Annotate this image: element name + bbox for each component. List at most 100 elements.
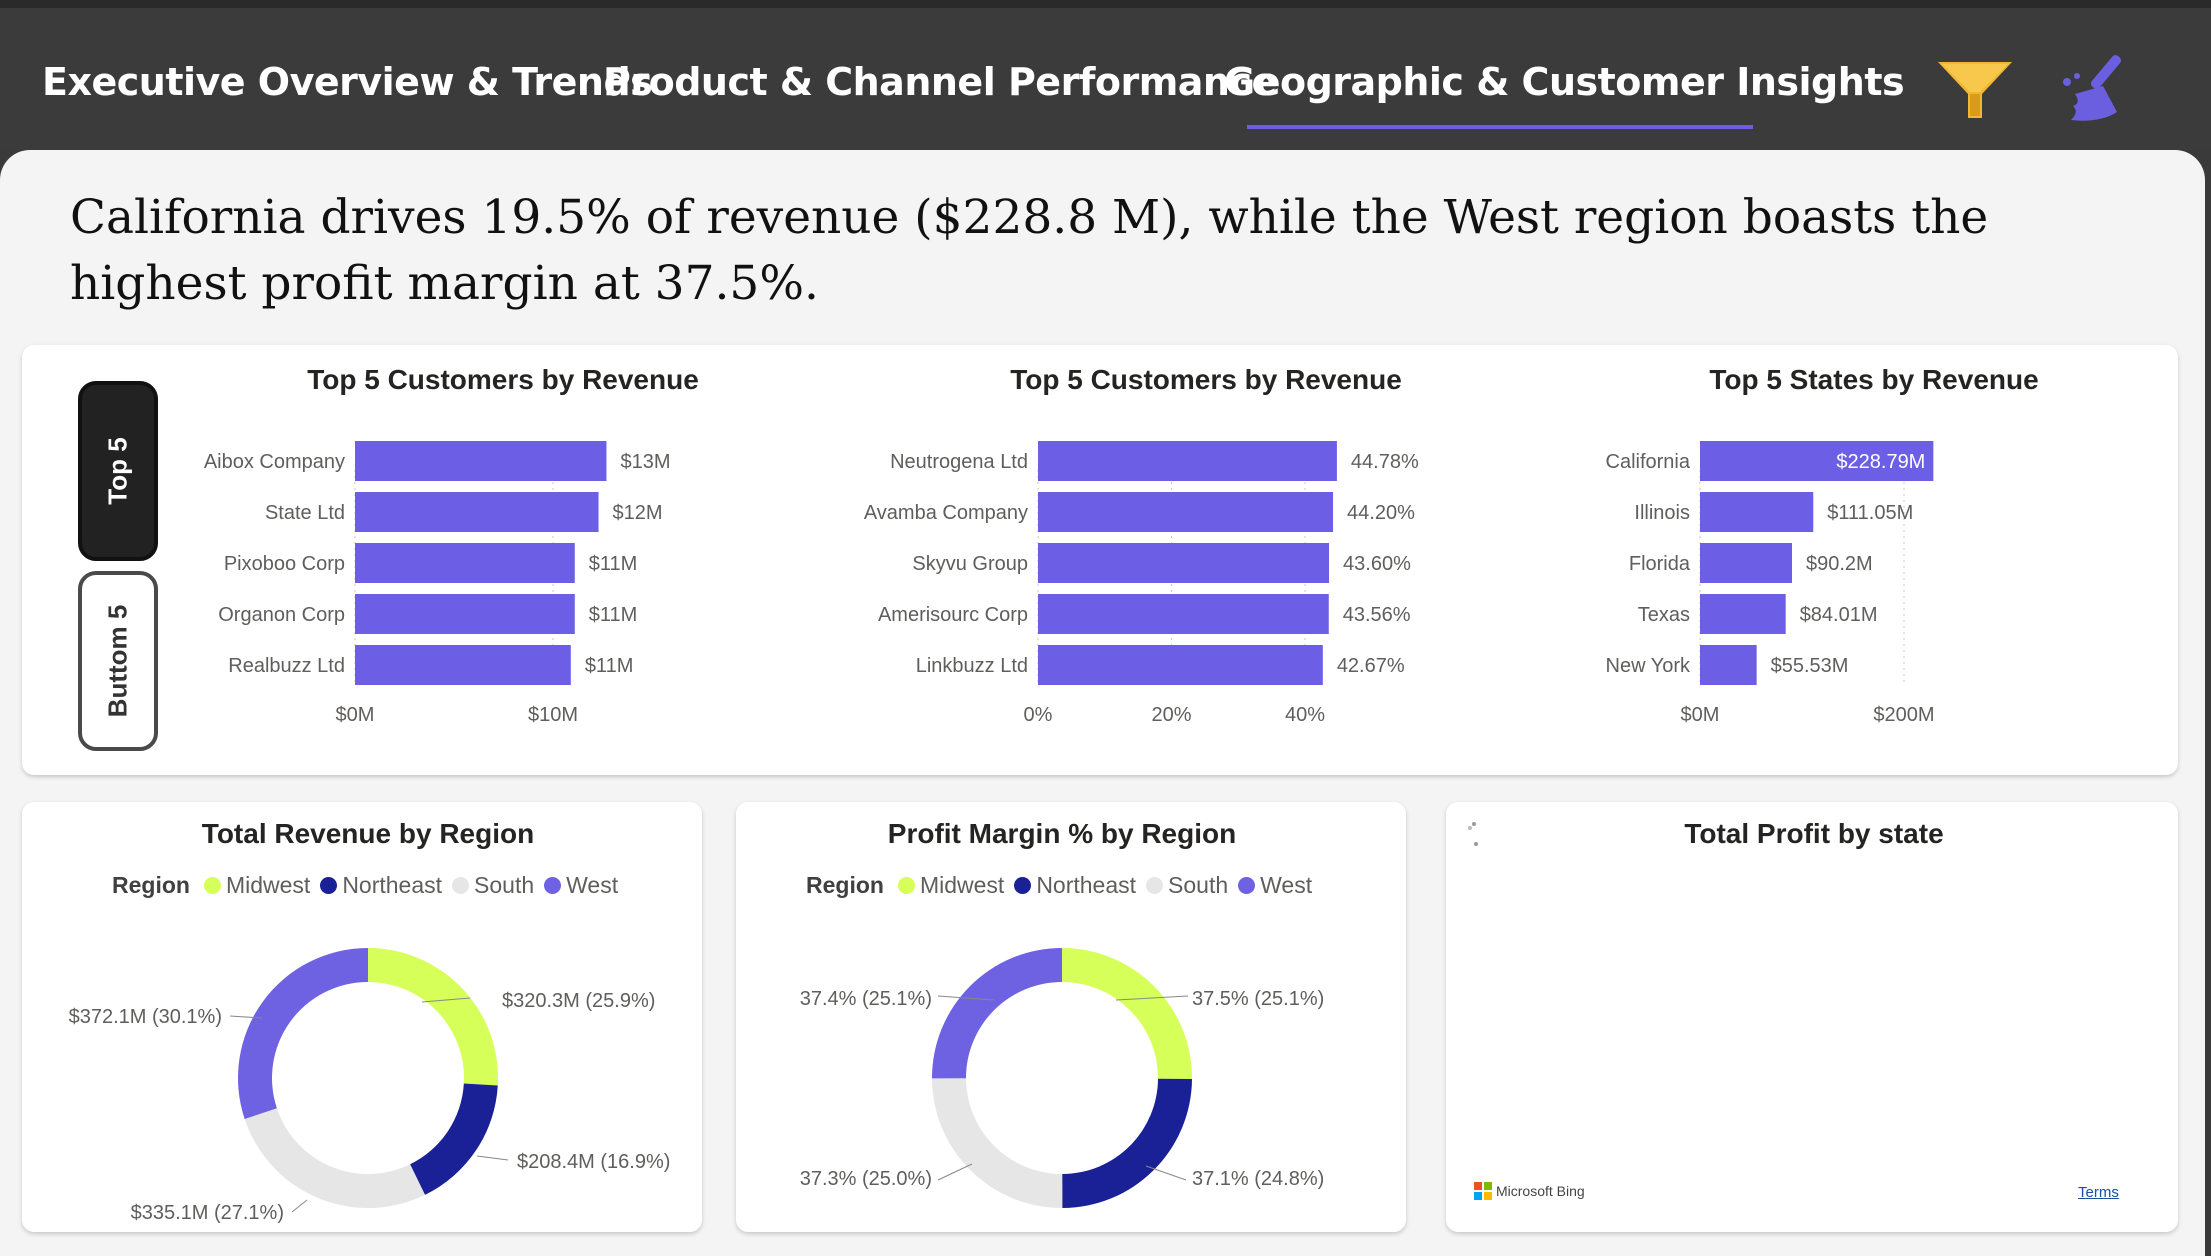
data-label: $111.05M [1827, 502, 1913, 524]
bar[interactable] [1038, 645, 1323, 685]
top-nav-bar: Executive Overview & Trends Product & Ch… [0, 0, 2211, 150]
donut-slice[interactable] [1062, 1078, 1192, 1208]
chart-title-states-revenue: Top 5 States by Revenue [1709, 364, 2039, 395]
donut-chart-margin-region: 37.5% (25.1%) 37.1% (24.8%) 37.3% (25.0%) 3… [800, 948, 1324, 1208]
category-label: Illinois [1634, 502, 1690, 524]
map-loading-dots-icon [1468, 822, 1478, 846]
chart-title-customers-revenue: Top 5 Customers by Revenue [307, 364, 699, 395]
profit-by-state-map-card [1446, 802, 2178, 1232]
donut-slice[interactable] [237, 948, 368, 1120]
headline-insight: California drives 19.5% of revenue ($228… [70, 190, 1989, 311]
donut-slice[interactable] [410, 1083, 498, 1195]
active-tab-indicator [1247, 125, 1753, 129]
donut-chart-revenue-region: $320.3M (25.9%) $208.4M (16.9%) $335.1M (2… [69, 948, 670, 1224]
bar[interactable] [355, 645, 571, 685]
donut-slice[interactable] [932, 948, 1062, 1079]
x-tick-label: $10M [528, 704, 578, 726]
leader-line [937, 1163, 973, 1181]
legend-title: Region [112, 872, 190, 898]
bar[interactable] [1038, 441, 1337, 481]
data-label: 37.5% (25.1%) [1192, 988, 1324, 1010]
bar[interactable] [355, 441, 607, 481]
data-label: $228.79M [1836, 451, 1925, 473]
data-label: 43.56% [1343, 604, 1411, 626]
category-label: Texas [1638, 604, 1690, 626]
funnel-icon[interactable] [1930, 46, 2020, 136]
tab-product-channel[interactable]: Product & Channel Performance [603, 60, 1277, 104]
category-label: Avamba Company [864, 502, 1028, 524]
donut-slice[interactable] [244, 1108, 425, 1208]
data-label: $372.1M (30.1%) [69, 1006, 222, 1028]
data-label: $90.2M [1806, 553, 1873, 575]
legend-item-west[interactable]: West [1238, 872, 1312, 899]
x-tick-label: $0M [336, 704, 375, 726]
data-label: $11M [589, 604, 638, 626]
data-label: $208.4M (16.9%) [517, 1151, 670, 1173]
x-tick-label: 40% [1285, 704, 1325, 726]
bar[interactable] [1700, 492, 1814, 532]
data-label: $320.3M (25.9%) [502, 990, 655, 1012]
microsoft-logo-icon [1474, 1182, 1492, 1200]
x-tick-label: 0% [1024, 704, 1053, 726]
donut-slice[interactable] [932, 1078, 1063, 1208]
leader-line [291, 1199, 308, 1213]
legend-item-midwest[interactable]: Midwest [897, 872, 1004, 899]
legend-item-northeast[interactable]: Northeast [1014, 872, 1136, 899]
tab-geographic-customer[interactable]: Geographic & Customer Insights [1224, 60, 1905, 104]
bar-chart-states-revenue: $0M $200M California $228.79M Illinois $111.0… [1606, 441, 1935, 726]
bar[interactable] [355, 594, 575, 634]
data-label: 37.4% (25.1%) [800, 988, 932, 1010]
tab-executive-overview[interactable]: Executive Overview & Trends [42, 60, 653, 104]
category-label: Aibox Company [204, 451, 345, 473]
data-label: 43.60% [1343, 553, 1411, 575]
category-label: Pixoboo Corp [224, 553, 345, 575]
category-label: Realbuzz Ltd [228, 655, 345, 677]
chart-title-margin-region: Profit Margin % by Region [887, 818, 1237, 849]
category-label: Skyvu Group [912, 553, 1028, 575]
legend-item-northeast[interactable]: Northeast [320, 872, 442, 899]
bar[interactable] [1700, 543, 1793, 583]
category-label: Florida [1629, 553, 1691, 575]
bar[interactable] [1700, 594, 1786, 634]
bar[interactable] [1700, 645, 1757, 685]
data-label: 37.3% (25.0%) [800, 1168, 932, 1190]
category-label: Amerisourc Corp [878, 604, 1028, 626]
chart-title-customers-margin: Top 5 Customers by Revenue [1010, 364, 1402, 395]
data-label: $84.01M [1800, 604, 1878, 626]
bar[interactable] [355, 492, 599, 532]
bar-chart-customers-revenue: $0M $10M Aibox Company $13M State Ltd $12M Pix… [204, 441, 670, 726]
x-tick-label: $0M [1681, 704, 1720, 726]
data-label: $11M [589, 553, 638, 575]
legend-item-south[interactable]: South [452, 872, 534, 899]
map-title: Total Profit by state [1684, 818, 1944, 849]
data-label: 42.67% [1337, 655, 1405, 677]
legend-item-west[interactable]: West [544, 872, 618, 899]
legend-item-south[interactable]: South [1146, 872, 1228, 899]
data-label: $335.1M (27.1%) [131, 1202, 284, 1224]
leader-line [1145, 1165, 1187, 1181]
category-label: California [1606, 451, 1691, 473]
terms-link[interactable]: Terms [2078, 1184, 2119, 1201]
bottom-5-label: Buttom 5 [102, 604, 133, 718]
leader-line [476, 1155, 509, 1161]
category-label: State Ltd [265, 502, 345, 524]
broom-icon[interactable] [2055, 46, 2145, 136]
donut-slice[interactable] [1062, 948, 1192, 1079]
bar[interactable] [1038, 543, 1330, 583]
category-label: Linkbuzz Ltd [916, 655, 1028, 677]
data-label: 37.1% (24.8%) [1192, 1168, 1324, 1190]
legend-revenue-region: Region Midwest Northeast South West [112, 872, 628, 899]
category-label: New York [1606, 655, 1691, 677]
bar[interactable] [1038, 492, 1334, 532]
data-label: 44.20% [1347, 502, 1415, 524]
data-label: $55.53M [1771, 655, 1849, 677]
legend-title: Region [806, 872, 884, 898]
bing-brand: Microsoft Bing [1474, 1182, 1585, 1200]
bar[interactable] [355, 543, 575, 583]
legend-item-midwest[interactable]: Midwest [203, 872, 310, 899]
data-label: $13M [620, 451, 670, 473]
bar[interactable] [1038, 594, 1329, 634]
donut-slice[interactable] [368, 948, 498, 1086]
x-tick-label: 20% [1151, 704, 1191, 726]
data-label: 44.78% [1351, 451, 1419, 473]
